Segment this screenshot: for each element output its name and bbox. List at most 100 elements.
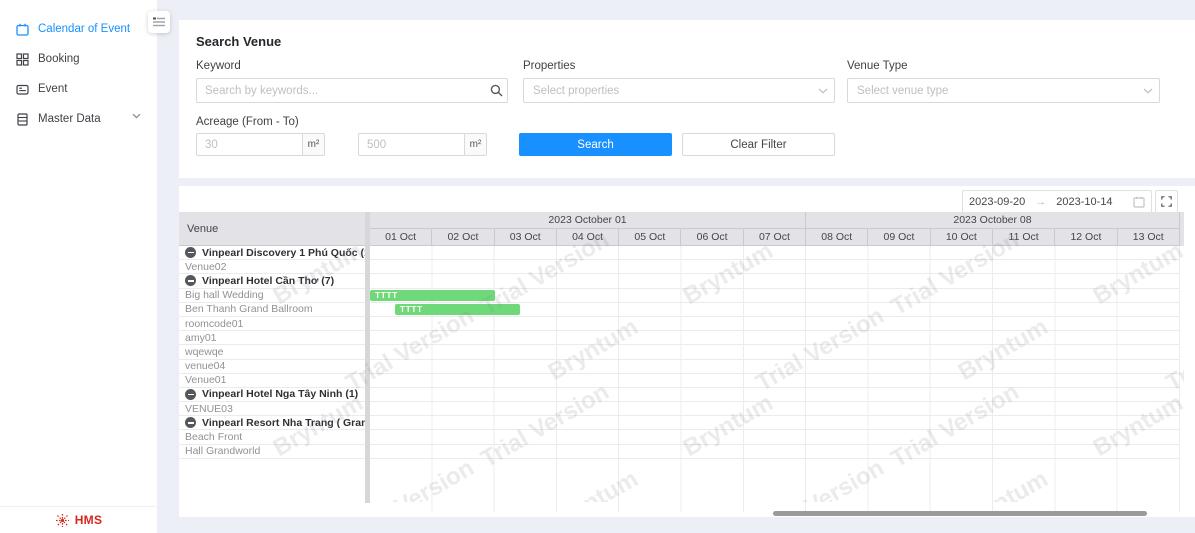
- menu-fold-icon: [153, 17, 165, 27]
- clear-filter-button[interactable]: Clear Filter: [682, 133, 835, 156]
- calendar-icon: [16, 23, 29, 36]
- day-header-cell[interactable]: 13 Oct: [1118, 229, 1180, 246]
- acreage-unit: m²: [464, 133, 487, 156]
- keyword-field-wrap: [196, 78, 508, 103]
- timeline-row[interactable]: [370, 260, 1180, 274]
- venue-row[interactable]: Big hall Wedding: [179, 289, 365, 303]
- search-venue-panel: Search Venue Keyword Properties Select p…: [179, 20, 1195, 178]
- event-bar[interactable]: TTTT: [370, 290, 495, 301]
- venue-row-label: Ben Thanh Grand Ballroom: [185, 303, 313, 315]
- venue-row-label: Venue02: [185, 261, 226, 273]
- collapse-group-icon[interactable]: [185, 247, 196, 258]
- hms-logo-text: HMS: [75, 513, 103, 527]
- date-range-start[interactable]: 2023-09-20: [969, 196, 1025, 208]
- day-header-cell[interactable]: 03 Oct: [495, 229, 557, 246]
- venue-row-label: Beach Front: [185, 431, 242, 443]
- venue-row[interactable]: VENUE03: [179, 402, 365, 416]
- day-header-cell[interactable]: 07 Oct: [744, 229, 806, 246]
- sidebar-item-calendar-of-event[interactable]: Calendar of Event: [0, 14, 157, 44]
- sidebar-item-master-data[interactable]: Master Data: [0, 104, 157, 134]
- day-header-cell[interactable]: 06 Oct: [681, 229, 743, 246]
- calendar-icon: [1133, 196, 1145, 208]
- sidebar-item-label: Event: [38, 83, 67, 95]
- day-header-cell[interactable]: 08 Oct: [806, 229, 868, 246]
- week-group-header: 2023 October 08: [806, 212, 1180, 229]
- column-resize-splitter[interactable]: [365, 212, 370, 503]
- venue-column-header[interactable]: Venue: [179, 212, 365, 246]
- venue-group-row[interactable]: Vinpearl Discovery 1 Phú Quốc (1): [179, 246, 365, 260]
- timeline-row[interactable]: [370, 246, 1180, 260]
- properties-label: Properties: [523, 60, 575, 72]
- sidebar-item-label: Master Data: [38, 113, 101, 125]
- timeline-row[interactable]: TTTT: [370, 289, 1180, 303]
- venue-row[interactable]: amy01: [179, 331, 365, 345]
- keyword-input[interactable]: [197, 79, 485, 102]
- day-header-cell[interactable]: 01 Oct: [370, 229, 432, 246]
- day-header-cell[interactable]: 04 Oct: [557, 229, 619, 246]
- venue-row[interactable]: roomcode01: [179, 317, 365, 331]
- timeline-row[interactable]: [370, 317, 1180, 331]
- day-header-cell[interactable]: 10 Oct: [931, 229, 993, 246]
- venue-row[interactable]: Hall Grandworld: [179, 445, 365, 459]
- timeline-row[interactable]: [370, 416, 1180, 430]
- keyword-label: Keyword: [196, 60, 241, 72]
- venue-group-row[interactable]: Vinpearl Hotel Cần Thơ (7): [179, 274, 365, 288]
- week-header-row: 2023 October 012023 October 08: [370, 212, 1180, 229]
- sidebar-collapse-button[interactable]: [148, 11, 170, 33]
- horizontal-scrollbar-thumb[interactable]: [773, 511, 1147, 516]
- timeline-row[interactable]: [370, 374, 1180, 388]
- day-header-cell[interactable]: 09 Oct: [868, 229, 930, 246]
- timeline-row[interactable]: [370, 402, 1180, 416]
- timeline-row[interactable]: [370, 274, 1180, 288]
- acreage-from-input[interactable]: [196, 133, 302, 156]
- day-header-cell[interactable]: 02 Oct: [432, 229, 494, 246]
- collapse-group-icon[interactable]: [185, 389, 196, 400]
- chevron-down-icon: [1137, 88, 1159, 94]
- event-bar[interactable]: TTTT: [395, 304, 520, 315]
- venue-row-label: Vinpearl Resort Nha Trang ( Grandworld )…: [202, 417, 365, 429]
- day-header-row: 01 Oct02 Oct03 Oct04 Oct05 Oct06 Oct07 O…: [370, 229, 1180, 246]
- timeline-row[interactable]: [370, 388, 1180, 402]
- acreage-to-input[interactable]: [358, 133, 464, 156]
- hms-logo-icon: [55, 513, 70, 528]
- venue-row-label: venue04: [185, 360, 225, 372]
- timeline-row[interactable]: [370, 430, 1180, 444]
- venue-row[interactable]: wqewqe: [179, 345, 365, 359]
- venue-row[interactable]: venue04: [179, 360, 365, 374]
- timeline-row[interactable]: [370, 331, 1180, 345]
- venue-group-row[interactable]: Vinpearl Hotel Nga Tây Ninh (1): [179, 388, 365, 402]
- venue-row[interactable]: Venue01: [179, 374, 365, 388]
- date-range-end[interactable]: 2023-10-14: [1056, 196, 1112, 208]
- sidebar-item-booking[interactable]: Booking: [0, 44, 157, 74]
- collapse-group-icon[interactable]: [185, 417, 196, 428]
- day-header-cell[interactable]: 11 Oct: [993, 229, 1055, 246]
- date-range-picker[interactable]: 2023-09-20 → 2023-10-14: [962, 190, 1152, 213]
- search-button[interactable]: Search: [519, 133, 672, 156]
- sidebar-item-event[interactable]: Event: [0, 74, 157, 104]
- venue-row-label: Venue01: [185, 374, 226, 386]
- sidebar-item-label: Calendar of Event: [38, 23, 130, 35]
- timeline-row[interactable]: [370, 445, 1180, 459]
- scheduler-panel: 2023-09-20 → 2023-10-14 Venue 2023 Octob…: [179, 186, 1195, 517]
- timeline-row[interactable]: TTTT: [370, 303, 1180, 317]
- venue-group-row[interactable]: Vinpearl Resort Nha Trang ( Grandworld )…: [179, 416, 365, 430]
- timeline-row[interactable]: [370, 360, 1180, 374]
- panel-title: Search Venue: [196, 34, 281, 49]
- collapse-group-icon[interactable]: [185, 275, 196, 286]
- venue-row[interactable]: Venue02: [179, 260, 365, 274]
- venue-type-placeholder: Select venue type: [848, 85, 1137, 97]
- timeline-row[interactable]: [370, 345, 1180, 359]
- properties-select[interactable]: Select properties: [523, 78, 835, 103]
- venue-row[interactable]: Beach Front: [179, 430, 365, 444]
- venue-row-label: Hall Grandworld: [185, 445, 260, 457]
- venue-row-label: VENUE03: [185, 403, 233, 415]
- search-icon[interactable]: [485, 84, 507, 97]
- acreage-unit: m²: [302, 133, 325, 156]
- day-header-cell[interactable]: 12 Oct: [1055, 229, 1117, 246]
- venue-type-select[interactable]: Select venue type: [847, 78, 1160, 103]
- venue-row-label: roomcode01: [185, 318, 243, 330]
- day-header-cell[interactable]: 05 Oct: [619, 229, 681, 246]
- fullscreen-button[interactable]: [1155, 190, 1178, 213]
- venue-row[interactable]: Ben Thanh Grand Ballroom: [179, 303, 365, 317]
- sidebar-menu: Calendar of Event Booking Event Master D…: [0, 0, 157, 134]
